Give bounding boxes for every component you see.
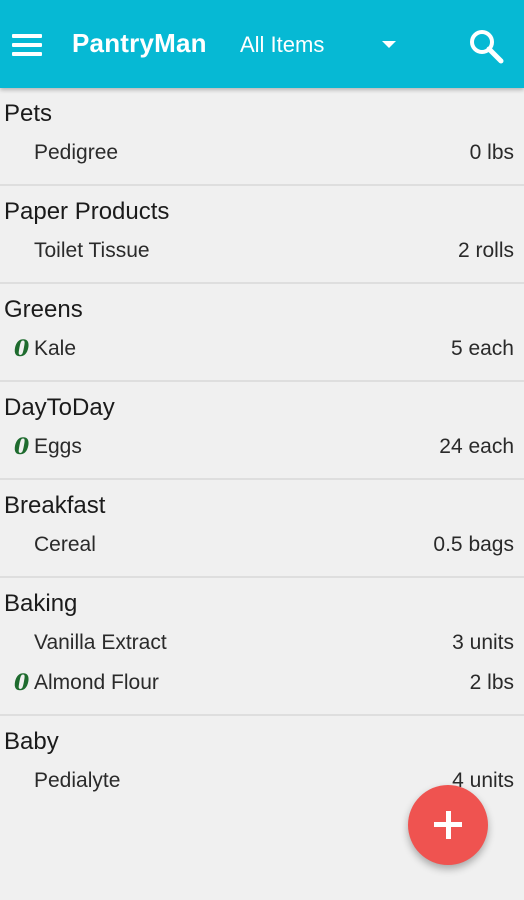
item-quantity: 24 each	[439, 435, 514, 458]
list-item[interactable]: Pedigree 0 lbs	[0, 138, 524, 178]
item-quantity: 5 each	[450, 337, 514, 360]
category-section: DayToDay 0 Eggs 24 each	[0, 382, 524, 480]
category-header[interactable]: Baking	[0, 578, 524, 628]
category-section: Paper Products Toilet Tissue 2 rolls	[0, 186, 524, 284]
item-name: Cereal	[34, 533, 96, 556]
chevron-down-icon	[382, 41, 396, 48]
shopping-mark-icon: 0	[14, 434, 30, 460]
filter-dropdown[interactable]: All Items	[240, 32, 402, 64]
list-item[interactable]: 0 Eggs 24 each	[0, 432, 524, 472]
list-item[interactable]: Toilet Tissue 2 rolls	[0, 236, 524, 276]
item-name: Toilet Tissue	[34, 239, 150, 262]
app-bar: PantryMan All Items	[0, 0, 524, 88]
item-name: Eggs	[34, 435, 82, 458]
item-quantity: 2 lbs	[469, 671, 514, 694]
list-item[interactable]: Cereal 0.5 bags	[0, 530, 524, 570]
search-icon[interactable]	[468, 28, 504, 64]
category-section: Pets Pedigree 0 lbs	[0, 88, 524, 186]
item-name: Vanilla Extract	[34, 631, 167, 654]
pantry-list: Pets Pedigree 0 lbs Paper Products Toilet Ti…	[0, 88, 524, 812]
item-quantity: 0 lbs	[469, 141, 514, 164]
list-item[interactable]: 0 Almond Flour 2 lbs	[0, 668, 524, 708]
list-item[interactable]: Vanilla Extract 3 units	[0, 628, 524, 668]
category-section: Breakfast Cereal 0.5 bags	[0, 480, 524, 578]
item-name: Kale	[34, 337, 77, 360]
category-section: Baking Vanilla Extract 3 units 0 Almond Flou…	[0, 578, 524, 716]
item-quantity: 3 units	[452, 631, 514, 654]
shopping-mark-icon: 0	[14, 670, 30, 696]
filter-label: All Items	[240, 32, 325, 57]
category-header[interactable]: Baby	[0, 716, 524, 766]
list-item[interactable]: 0 Kale 5 each	[0, 334, 524, 374]
category-header[interactable]: Greens	[0, 284, 524, 334]
category-section: Greens 0 Kale 5 each	[0, 284, 524, 382]
item-quantity: 2 rolls	[457, 239, 514, 262]
category-header[interactable]: DayToDay	[0, 382, 524, 432]
category-header[interactable]: Pets	[0, 88, 524, 138]
category-header[interactable]: Paper Products	[0, 186, 524, 236]
category-header[interactable]: Breakfast	[0, 480, 524, 530]
hamburger-menu-icon[interactable]	[10, 30, 44, 60]
item-name: Almond Flour	[34, 671, 159, 694]
item-name: Pedigree	[34, 141, 119, 164]
item-quantity: 0.5 bags	[433, 533, 514, 556]
item-name: Pedialyte	[34, 769, 121, 792]
app-title: PantryMan	[72, 28, 207, 58]
add-item-button[interactable]	[408, 785, 488, 865]
shopping-mark-icon: 0	[14, 336, 30, 362]
